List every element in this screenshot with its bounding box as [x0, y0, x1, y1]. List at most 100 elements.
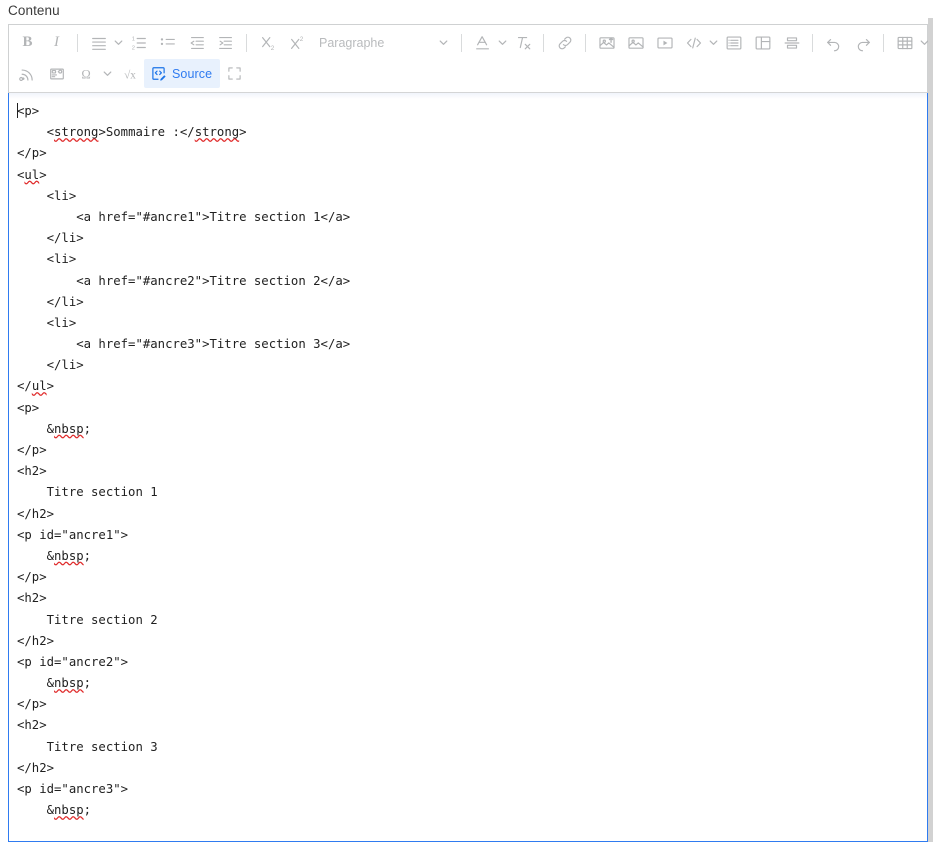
insert-video-button[interactable]	[650, 28, 679, 57]
code-line: <h2>	[17, 718, 47, 733]
source-button[interactable]: Source	[144, 59, 221, 88]
code-line: </h2>	[17, 760, 55, 775]
special-character-dropdown-arrow[interactable]	[100, 59, 115, 88]
image-icon	[627, 34, 645, 52]
math-icon: √x	[120, 65, 140, 83]
toolbar-separator	[812, 33, 814, 52]
font-color-button[interactable]	[468, 28, 497, 57]
code-line: <h2>	[17, 591, 47, 606]
toolbar-separator	[585, 33, 587, 52]
code-line: </p>	[17, 570, 47, 585]
svg-text:2: 2	[299, 36, 303, 43]
font-color-dropdown-arrow[interactable]	[497, 28, 508, 57]
video-icon	[656, 34, 674, 52]
code-line: <p id="ancre1">	[17, 527, 129, 542]
chevron-down-icon	[709, 40, 718, 45]
remove-format-button[interactable]	[508, 28, 537, 57]
numbered-list-icon: 12	[130, 34, 148, 52]
bulleted-list-button[interactable]	[153, 28, 182, 57]
paragraph-format-label: Paragraphe	[319, 35, 385, 50]
toolbar-separator	[883, 33, 885, 52]
math-formula-button[interactable]: √x	[115, 59, 144, 88]
code-line: </h2>	[17, 506, 55, 521]
redo-button[interactable]	[848, 28, 877, 57]
code-icon	[685, 34, 703, 52]
svg-text:Ω: Ω	[81, 67, 90, 81]
subscript-button[interactable]: 2	[253, 28, 282, 57]
source-button-label: Source	[172, 66, 213, 81]
code-line: </p>	[17, 443, 47, 457]
outdent-icon	[188, 34, 206, 52]
font-color-icon	[474, 34, 492, 52]
omega-icon: Ω	[77, 65, 95, 83]
indent-icon	[217, 34, 235, 52]
bold-button[interactable]: B	[13, 28, 42, 57]
code-line: <li>	[17, 252, 77, 267]
table-icon	[896, 34, 914, 52]
code-line: &nbsp;	[17, 676, 92, 691]
italic-icon: I	[54, 34, 59, 50]
code-line: &nbsp;	[17, 421, 92, 436]
text-alignment-dropdown-arrow[interactable]	[113, 28, 124, 57]
code-line: </p>	[17, 146, 47, 161]
increase-indent-button[interactable]	[211, 28, 240, 57]
code-line: <a href="#ancre3">Titre section 3</a>	[17, 337, 351, 352]
code-line: <p>	[17, 400, 40, 415]
toolbar-separator	[246, 33, 247, 52]
undo-button[interactable]	[819, 28, 848, 57]
toolbar-separator	[543, 33, 545, 52]
svg-text:√x: √x	[124, 69, 136, 81]
editor-toolbar: B I 1 2 2 2 Paragraphe Ω √x Source	[9, 25, 929, 93]
rich-text-editor: B I 1 2 2 2 Paragraphe Ω √x Source	[8, 24, 929, 93]
fullscreen-button[interactable]	[220, 59, 249, 88]
page-break-icon	[783, 34, 801, 52]
insert-code-dropdown-arrow[interactable]	[708, 28, 719, 57]
code-line: <p id="ancre3">	[17, 782, 129, 796]
link-button[interactable]	[550, 28, 579, 57]
redo-icon	[854, 34, 872, 52]
source-icon	[150, 65, 167, 82]
code-line: </li>	[17, 231, 84, 246]
code-line: Titre section 1	[17, 485, 158, 500]
code-line: </ul>	[17, 379, 55, 394]
upload-image-button[interactable]	[592, 28, 621, 57]
italic-button[interactable]: I	[42, 28, 71, 57]
insert-image-button[interactable]	[621, 28, 650, 57]
code-line: </li>	[17, 358, 84, 373]
rss-icon	[18, 65, 37, 83]
rss-feed-button[interactable]	[13, 59, 42, 88]
paragraph-format-dropdown[interactable]: Paragraphe	[311, 28, 455, 57]
insert-template-button[interactable]	[42, 59, 71, 88]
insert-layout-button[interactable]	[748, 28, 777, 57]
chevron-down-icon	[436, 28, 451, 57]
code-line: Titre section 3	[17, 739, 158, 754]
block-list-icon	[725, 34, 743, 52]
code-line: <li>	[17, 188, 77, 203]
insert-block-button[interactable]	[719, 28, 748, 57]
source-code-editor[interactable]: <p> <strong>Sommaire :</strong> </p> <ul> …	[8, 93, 928, 842]
page-scrollbar[interactable]	[928, 18, 933, 842]
decrease-indent-button[interactable]	[182, 28, 211, 57]
insert-table-button[interactable]	[890, 28, 919, 57]
special-character-button[interactable]: Ω	[71, 59, 100, 88]
code-line: &nbsp;	[17, 803, 92, 818]
code-line: <strong>Sommaire :</strong>	[17, 125, 247, 140]
image-upload-icon	[598, 34, 616, 52]
toolbar-row-primary: B I 1 2 2 2 Paragraphe	[13, 27, 929, 58]
svg-text:2: 2	[131, 45, 134, 51]
code-line: <a href="#ancre1">Titre section 1</a>	[17, 209, 351, 224]
numbered-list-button[interactable]: 12	[124, 28, 153, 57]
text-alignment-button[interactable]	[84, 28, 113, 57]
chevron-down-icon	[103, 71, 112, 76]
code-line: <ul>	[17, 167, 47, 182]
subscript-icon: 2	[259, 34, 277, 52]
page-break-button[interactable]	[777, 28, 806, 57]
code-line: Titre section 2	[17, 612, 158, 627]
page-title: Contenu	[8, 3, 60, 18]
source-code-text[interactable]: <p> <strong>Sommaire :</strong> </p> <ul> …	[9, 93, 927, 821]
insert-code-button[interactable]	[679, 28, 708, 57]
code-line: <p id="ancre2">	[17, 654, 129, 669]
superscript-button[interactable]: 2	[282, 28, 311, 57]
toolbar-separator	[77, 33, 78, 52]
code-line: </p>	[17, 697, 47, 712]
